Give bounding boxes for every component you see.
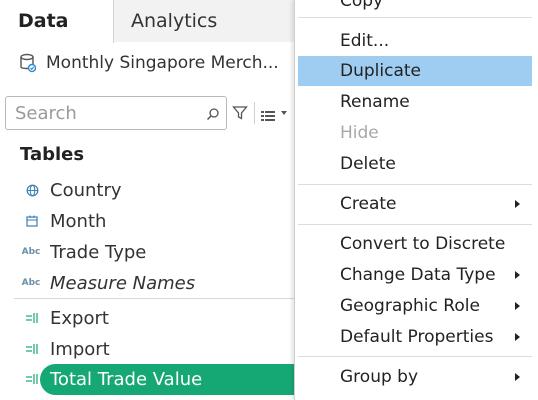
view-dropdown-caret-icon[interactable]: [281, 111, 287, 115]
field-label: Total Trade Value: [50, 368, 203, 390]
menu-item-hide: Hide: [340, 123, 379, 143]
search-row: [5, 96, 287, 130]
search-input[interactable]: [6, 97, 196, 129]
measure-icon: [22, 374, 42, 384]
menu-item-edit[interactable]: Edit...: [298, 26, 532, 56]
menu-item-create[interactable]: Create: [298, 189, 532, 219]
field-import[interactable]: Import: [0, 334, 300, 364]
measure-icon: [22, 313, 42, 323]
calendar-icon: [22, 215, 42, 227]
field-month[interactable]: Month: [0, 206, 300, 236]
database-icon: [20, 53, 36, 73]
view-list-icon[interactable]: [261, 107, 275, 121]
menu-item-label: Geographic Role: [340, 296, 480, 316]
menu-item-default-properties[interactable]: Default Properties: [298, 322, 532, 352]
tables-heading: Tables: [20, 144, 85, 165]
field-label: Month: [50, 210, 107, 232]
field-trade-type[interactable]: Abc Trade Type: [0, 237, 300, 267]
field-total-trade-value[interactable]: Total Trade Value: [0, 364, 300, 394]
context-menu: Copy Edit... Duplicate Rename Hide Delet…: [294, 0, 538, 400]
data-source-name: Monthly Singapore Merch...: [46, 53, 279, 73]
menu-item-rename[interactable]: Rename: [298, 87, 532, 117]
dimension-measure-divider: [14, 298, 300, 299]
filter-icon[interactable]: [232, 105, 248, 121]
data-pane: Data Analytics Monthly Singapore Merch..…: [0, 0, 310, 400]
submenu-arrow-icon: [515, 373, 520, 381]
search-icon[interactable]: [206, 106, 220, 121]
submenu-arrow-icon: [515, 302, 520, 310]
abc-string-icon: Abc: [21, 247, 41, 257]
menu-separator: [298, 356, 532, 357]
menu-separator: [298, 17, 532, 18]
field-label: Export: [50, 307, 109, 329]
globe-icon: [22, 184, 42, 197]
menu-item-convert-to-discrete[interactable]: Convert to Discrete: [298, 229, 532, 259]
field-measure-names[interactable]: Abc Measure Names: [0, 268, 300, 298]
menu-separator: [298, 224, 532, 225]
field-label: Country: [50, 179, 122, 201]
abc-string-icon: Abc: [21, 278, 41, 288]
menu-item-geographic-role[interactable]: Geographic Role: [298, 291, 532, 321]
menu-item-group-by[interactable]: Group by: [298, 362, 532, 392]
menu-item-label: Default Properties: [340, 327, 494, 347]
field-country[interactable]: Country: [0, 175, 300, 205]
tab-analytics[interactable]: Analytics: [114, 0, 304, 42]
data-source-item[interactable]: Monthly Singapore Merch...: [20, 50, 279, 76]
menu-item-label: Create: [340, 194, 397, 214]
menu-item-delete[interactable]: Delete: [298, 149, 532, 179]
menu-item-label: Group by: [340, 367, 419, 387]
field-label: Import: [50, 338, 110, 360]
pane-tabs: Data Analytics: [0, 0, 304, 43]
field-export[interactable]: Export: [0, 303, 300, 333]
measure-icon: [22, 344, 42, 354]
field-label: Measure Names: [50, 272, 196, 294]
search-box[interactable]: [5, 96, 227, 130]
menu-item-change-data-type[interactable]: Change Data Type: [298, 260, 532, 290]
toolbar-divider: [254, 102, 255, 124]
tab-data[interactable]: Data: [0, 0, 114, 43]
menu-item-label: Change Data Type: [340, 265, 496, 285]
submenu-arrow-icon: [515, 200, 520, 208]
field-label: Trade Type: [50, 241, 147, 263]
submenu-arrow-icon: [515, 333, 520, 341]
menu-item-duplicate[interactable]: Duplicate: [298, 56, 532, 86]
menu-item-copy[interactable]: Copy: [298, 0, 532, 16]
menu-separator: [298, 184, 532, 185]
submenu-arrow-icon: [515, 271, 520, 279]
